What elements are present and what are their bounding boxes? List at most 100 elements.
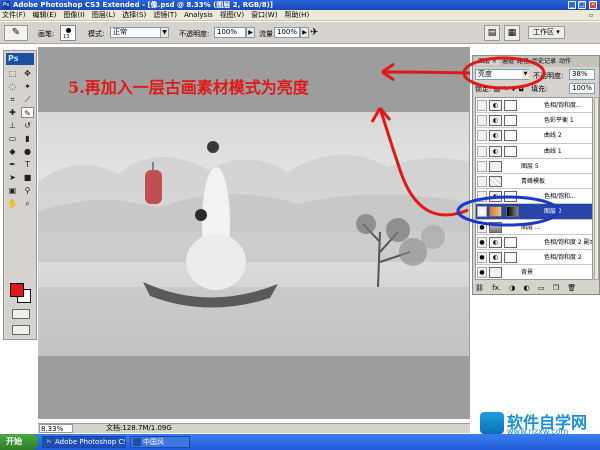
layer-row[interactable]: 青峰模板: [476, 174, 592, 190]
opacity-input[interactable]: 100%: [214, 27, 246, 38]
adjustment-layer-icon[interactable]: ◐: [489, 100, 502, 111]
layer-row[interactable]: ● ◐ 色相/饱和度 2: [476, 250, 592, 266]
eyedropper-icon[interactable]: ⚲: [21, 185, 34, 196]
visibility-eye-icon[interactable]: [477, 100, 487, 111]
clone-stamp-icon[interactable]: ⊥: [6, 120, 19, 131]
screen-mode-button[interactable]: [12, 325, 30, 335]
pen-tool-icon[interactable]: ✒: [6, 159, 19, 170]
menu-item[interactable]: 图像(I): [63, 11, 85, 19]
menu-item[interactable]: 文件(F): [2, 11, 26, 19]
menu-item[interactable]: 编辑(E): [33, 11, 57, 19]
workspace-menu[interactable]: 工作区 ▾: [528, 26, 565, 39]
notes-tool-icon[interactable]: ▣: [6, 185, 19, 196]
layer-row[interactable]: 图层 5: [476, 159, 592, 174]
layer-row[interactable]: ◐ 色彩平衡 1: [476, 113, 592, 129]
trash-icon[interactable]: 🗑: [567, 284, 576, 292]
layer-row[interactable]: ◐ 色相/饱和...: [476, 189, 592, 205]
mask-icon[interactable]: ◑: [509, 284, 515, 292]
layer-row[interactable]: ◐ 色相/饱和度...: [476, 98, 592, 114]
layer-thumbnail[interactable]: [489, 160, 502, 172]
layer-opacity-input[interactable]: 38%: [569, 69, 595, 80]
foreground-color-swatch[interactable]: [10, 283, 24, 297]
fx-icon[interactable]: fx.: [492, 284, 501, 292]
layer-thumbnail[interactable]: [489, 206, 502, 218]
dodge-tool-icon[interactable]: ●: [21, 146, 34, 157]
layer-mask-thumbnail[interactable]: [504, 251, 517, 263]
visibility-eye-icon[interactable]: [477, 130, 487, 142]
start-button[interactable]: 开始: [0, 434, 38, 450]
adjustment-layer-icon[interactable]: ◐: [489, 130, 502, 142]
adjustment-layer-icon[interactable]: ◐: [489, 236, 502, 248]
panel-tab[interactable]: 历史记录: [532, 58, 556, 65]
layer-row[interactable]: ◐ 曲线 1: [476, 144, 592, 159]
close-icon[interactable]: ×: [589, 1, 597, 9]
layer-row[interactable]: ◐ 曲线 2: [476, 128, 592, 144]
menu-item[interactable]: Analysis: [184, 11, 213, 19]
zoom-tool-icon[interactable]: ⌕: [21, 198, 34, 209]
lock-position-icon[interactable]: ✥: [511, 85, 517, 93]
minimize-icon[interactable]: _: [568, 1, 576, 9]
panel-tab[interactable]: 通道: [502, 58, 514, 65]
document-size[interactable]: 文档:128.7M/1.09G: [106, 424, 172, 433]
adjustment-icon[interactable]: ◐: [524, 284, 530, 292]
zoom-level[interactable]: 8.33%: [39, 424, 73, 433]
crop-tool-icon[interactable]: ⌗: [6, 94, 19, 105]
brush-picker[interactable]: 13: [60, 25, 76, 41]
flow-arrow-icon[interactable]: ▶: [300, 27, 309, 38]
layer-thumbnail[interactable]: [489, 175, 502, 187]
lasso-tool-icon[interactable]: ◌: [6, 81, 19, 92]
adjustment-layer-icon[interactable]: ◐: [489, 251, 502, 263]
slice-tool-icon[interactable]: ⟋: [21, 94, 34, 105]
airbrush-icon[interactable]: ✈: [310, 27, 322, 39]
magic-wand-icon[interactable]: ✦: [21, 81, 34, 92]
visibility-eye-icon[interactable]: [477, 175, 487, 187]
shape-tool-icon[interactable]: ■: [21, 172, 34, 183]
chevron-down-icon[interactable]: ▼: [160, 27, 169, 38]
menu-item[interactable]: 选择(S): [122, 11, 146, 19]
lock-pixels-icon[interactable]: ✎: [502, 85, 508, 93]
visibility-eye-icon[interactable]: ●: [477, 221, 487, 233]
visibility-eye-icon[interactable]: ●: [477, 206, 487, 218]
gradient-tool-icon[interactable]: ▮: [21, 133, 34, 144]
layer-mask-thumbnail[interactable]: [504, 145, 517, 157]
move-tool-icon[interactable]: ✥: [21, 68, 34, 79]
layer-mask-thumbnail[interactable]: [504, 100, 517, 111]
flow-input[interactable]: 100%: [274, 27, 300, 38]
fill-input[interactable]: 100%: [569, 83, 595, 94]
file-browser-icon[interactable]: ▤: [484, 25, 500, 41]
link-icon[interactable]: ⛓: [475, 284, 484, 292]
menu-item[interactable]: 视图(V): [220, 11, 244, 19]
panel-tab[interactable]: 动作: [559, 58, 571, 65]
document-canvas[interactable]: [38, 112, 469, 356]
type-tool-icon[interactable]: T: [21, 159, 34, 170]
brush-tool-icon[interactable]: ✎: [21, 107, 34, 118]
tool-preset-picker[interactable]: ✎: [4, 25, 28, 41]
layer-list-scrollbar[interactable]: [594, 97, 599, 280]
chevron-down-icon[interactable]: ▼: [522, 70, 529, 79]
folder-icon[interactable]: ▭: [538, 284, 545, 292]
visibility-eye-icon[interactable]: [477, 160, 487, 172]
window-restore-icon[interactable]: ▫: [586, 11, 596, 20]
visibility-eye-icon[interactable]: [477, 115, 487, 127]
layer-mask-thumbnail[interactable]: [504, 236, 517, 248]
layer-row[interactable]: ● 图层 2: [476, 204, 592, 220]
blend-mode-select[interactable]: 亮度 ▼: [475, 69, 529, 80]
hand-tool-icon[interactable]: ✋: [6, 198, 19, 209]
quick-mask-button[interactable]: [12, 309, 30, 319]
layer-row[interactable]: ● 图层 ...: [476, 220, 592, 235]
taskbar-task[interactable]: PsAdobe Photoshop CS3 E...: [42, 436, 126, 448]
layer-thumbnail[interactable]: [489, 221, 502, 233]
layer-mask-thumbnail[interactable]: [504, 115, 517, 127]
menu-item[interactable]: 图层(L): [92, 11, 115, 19]
visibility-eye-icon[interactable]: ●: [477, 267, 487, 279]
adjustment-layer-icon[interactable]: ◐: [489, 145, 502, 157]
menu-item[interactable]: 滤镜(T): [153, 11, 177, 19]
history-brush-icon[interactable]: ↺: [21, 120, 34, 131]
layer-row[interactable]: ● 背景: [476, 265, 592, 279]
marquee-tool-icon[interactable]: ⬚: [6, 68, 19, 79]
layer-mask-thumbnail[interactable]: [506, 206, 519, 218]
layer-mask-thumbnail[interactable]: [504, 130, 517, 142]
lock-all-icon[interactable]: ◘: [519, 85, 525, 93]
visibility-eye-icon[interactable]: [477, 145, 487, 157]
healing-brush-icon[interactable]: ✚: [6, 107, 19, 118]
